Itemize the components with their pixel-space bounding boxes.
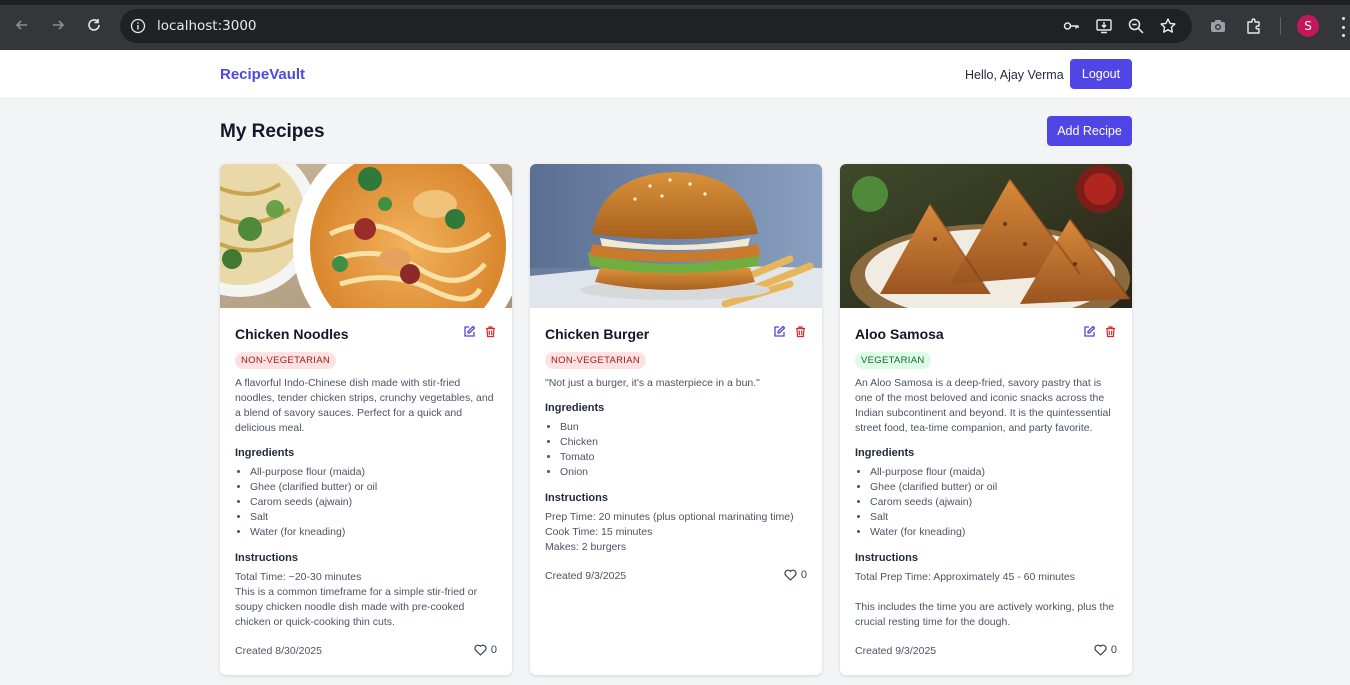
like-count: 0 <box>800 569 807 581</box>
ingredient-item: Tomato <box>560 450 598 465</box>
like-button[interactable]: 0 <box>784 569 807 581</box>
recipe-title: Chicken Burger <box>545 326 650 342</box>
ingredient-item: Water (for kneading) <box>870 525 997 540</box>
card-actions <box>1082 324 1117 338</box>
app-header: RecipeVault Hello, Ajay Verma Logout <box>0 50 1350 99</box>
ingredient-item: All-purpose flour (maida) <box>870 465 997 480</box>
recipe-card-chicken-burger: Chicken Burger NON-VEGETARIAN "Not just … <box>530 164 822 675</box>
ingredient-item: Onion <box>560 465 598 480</box>
site-info-icon[interactable] <box>129 17 147 35</box>
ingredient-item: Ghee (clarified butter) or oil <box>870 480 997 495</box>
delete-trash-icon[interactable] <box>793 324 807 338</box>
forward-icon[interactable] <box>47 14 69 36</box>
heart-icon[interactable] <box>1094 644 1107 656</box>
page-title: My Recipes <box>220 121 325 142</box>
category-badge: VEGETARIAN <box>855 352 931 369</box>
card-actions <box>772 324 807 338</box>
brand-logo[interactable]: RecipeVault <box>220 66 305 83</box>
recipe-image-samosa <box>840 164 1132 308</box>
ingredient-item: Water (for kneading) <box>250 525 377 540</box>
recipe-image-burger <box>530 164 822 308</box>
like-button[interactable]: 0 <box>474 644 497 656</box>
instructions-heading: Instructions <box>855 552 918 564</box>
ingredients-heading: Ingredients <box>545 402 605 414</box>
ingredient-item: Carom seeds (ajwain) <box>870 495 997 510</box>
ingredients-list: Bun Chicken Tomato Onion <box>560 420 598 480</box>
ingredient-item: Carom seeds (ajwain) <box>250 495 377 510</box>
delete-trash-icon[interactable] <box>1103 324 1117 338</box>
browser-menu-icon[interactable] <box>1336 17 1350 37</box>
ingredient-item: Ghee (clarified butter) or oil <box>250 480 377 495</box>
like-count: 0 <box>490 644 497 656</box>
logout-button[interactable]: Logout <box>1070 59 1132 89</box>
camera-extension-icon[interactable] <box>1208 16 1228 36</box>
bookmark-star-icon[interactable] <box>1159 17 1177 35</box>
toolbar-divider <box>1280 17 1281 35</box>
like-count: 0 <box>1110 644 1117 656</box>
delete-trash-icon[interactable] <box>483 324 497 338</box>
edit-icon[interactable] <box>1082 324 1096 338</box>
ingredient-item: Bun <box>560 420 598 435</box>
password-key-icon[interactable] <box>1062 17 1080 35</box>
browser-chrome: localhost:3000 S <box>0 0 1350 50</box>
created-date: Created 8/30/2025 <box>235 645 322 657</box>
like-button[interactable]: 0 <box>1094 644 1117 656</box>
extensions-puzzle-icon[interactable] <box>1244 16 1264 36</box>
ingredients-list: All-purpose flour (maida) Ghee (clarifie… <box>250 465 377 540</box>
ingredient-item: Salt <box>250 510 377 525</box>
card-actions <box>462 324 497 338</box>
category-badge: NON-VEGETARIAN <box>545 352 647 369</box>
instructions-heading: Instructions <box>545 492 608 504</box>
ingredient-item: Salt <box>870 510 997 525</box>
zoom-icon[interactable] <box>1127 17 1145 35</box>
created-date: Created 9/3/2025 <box>545 570 627 582</box>
user-greeting: Hello, Ajay Verma <box>965 68 1064 82</box>
install-app-icon[interactable] <box>1095 17 1113 35</box>
edit-icon[interactable] <box>462 324 476 338</box>
recipe-title: Chicken Noodles <box>235 326 349 342</box>
ingredients-list: All-purpose flour (maida) Ghee (clarifie… <box>870 465 997 540</box>
recipe-description: "Not just a burger, it's a masterpiece i… <box>545 377 760 389</box>
back-icon[interactable] <box>11 14 33 36</box>
recipe-image-noodles <box>220 164 512 308</box>
ingredients-heading: Ingredients <box>855 447 915 459</box>
category-badge: NON-VEGETARIAN <box>235 352 337 369</box>
recipe-title: Aloo Samosa <box>855 326 944 342</box>
add-recipe-button[interactable]: Add Recipe <box>1047 116 1132 146</box>
heart-icon[interactable] <box>784 569 797 581</box>
recipe-instructions: Total Time: ~20-30 minutes This is a com… <box>235 571 478 628</box>
tab-strip <box>0 0 1350 5</box>
reload-icon[interactable] <box>83 14 105 36</box>
ingredient-item: Chicken <box>560 435 598 450</box>
heart-icon[interactable] <box>474 644 487 656</box>
recipe-instructions: Total Prep Time: Approximately 45 - 60 m… <box>855 571 1115 628</box>
ingredient-item: All-purpose flour (maida) <box>250 465 377 480</box>
address-bar[interactable]: localhost:3000 <box>120 9 1192 43</box>
recipe-card-aloo-samosa: Aloo Samosa VEGETARIAN An Aloo Samosa is… <box>840 164 1132 675</box>
recipe-description: A flavorful Indo-Chinese dish made with … <box>235 377 494 434</box>
instructions-heading: Instructions <box>235 552 298 564</box>
edit-icon[interactable] <box>772 324 786 338</box>
recipe-card-chicken-noodles: Chicken Noodles NON-VEGETARIAN A flavorf… <box>220 164 512 675</box>
created-date: Created 9/3/2025 <box>855 645 937 657</box>
recipe-description: An Aloo Samosa is a deep-fried, savory p… <box>855 377 1111 434</box>
url-text[interactable]: localhost:3000 <box>157 18 257 34</box>
profile-avatar[interactable]: S <box>1297 15 1319 37</box>
recipe-instructions: Prep Time: 20 minutes (plus optional mar… <box>545 511 794 553</box>
ingredients-heading: Ingredients <box>235 447 295 459</box>
